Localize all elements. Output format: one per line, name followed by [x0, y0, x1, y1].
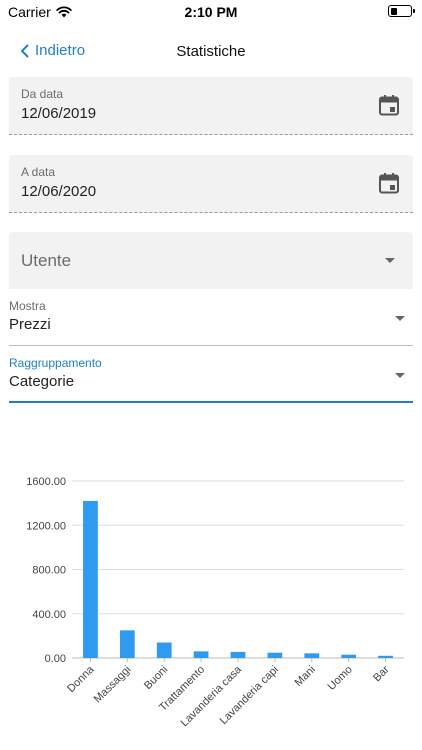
y-tick-label: 1200.00 — [26, 520, 66, 532]
to-date-field[interactable]: A data 12/06/2020 — [9, 155, 413, 213]
calendar-icon[interactable] — [378, 94, 400, 116]
y-tick-label: 0.00 — [45, 653, 66, 665]
x-tick-label: Donna — [65, 663, 97, 695]
battery-level — [390, 7, 398, 15]
caret-down-icon — [395, 373, 405, 378]
to-date-label: A data — [21, 165, 56, 179]
bar-0 — [83, 500, 98, 658]
grouping-select[interactable]: Raggruppamento Categorie — [9, 347, 413, 403]
x-tick-label: Mani — [293, 664, 318, 689]
x-tick-label: Buoni — [142, 664, 170, 692]
chart-canvas: 0.00 400.00 800.00 1200.00 1600.00 DonnaMassa… — [26, 476, 404, 729]
x-tick-label: Massaggi — [92, 664, 134, 706]
grouping-select-label: Raggruppamento — [9, 356, 102, 370]
show-select-label: Mostra — [9, 299, 46, 313]
bar-3 — [193, 651, 209, 658]
show-select-value: Prezzi — [9, 316, 51, 333]
user-select-placeholder: Utente — [21, 251, 72, 270]
user-select[interactable]: Utente — [9, 232, 413, 289]
show-select[interactable]: Mostra Prezzi — [9, 290, 413, 346]
grouping-select-value: Categorie — [9, 373, 75, 390]
clock: 2:10 PM — [184, 4, 238, 20]
to-date-value: 12/06/2020 — [21, 183, 97, 200]
bar-7 — [341, 654, 357, 658]
y-tick-label: 1600.00 — [26, 476, 66, 488]
bar-1 — [119, 630, 135, 658]
bar-6 — [304, 653, 320, 658]
from-date-label: Da data — [21, 87, 64, 101]
bar-5 — [267, 652, 283, 658]
from-date-value: 12/06/2019 — [21, 105, 97, 122]
status-bar: Carrier 2:10 PM — [0, 0, 422, 24]
caret-down-icon — [395, 316, 405, 321]
page-title: Statistiche — [176, 43, 246, 60]
calendar-icon[interactable] — [378, 172, 400, 194]
bar-4 — [230, 651, 246, 658]
y-tick-label: 800.00 — [32, 565, 66, 577]
x-tick-label: Uomo — [326, 664, 355, 693]
x-tick-label: Bar — [371, 663, 392, 684]
bar-8 — [378, 655, 393, 658]
battery-icon — [388, 5, 415, 17]
caret-down-icon — [385, 258, 395, 263]
from-date-field[interactable]: Da data 12/06/2019 — [9, 77, 413, 135]
bar-chart: 0.00 400.00 800.00 1200.00 1600.00 Donna Massa… — [0, 460, 422, 750]
y-tick-label: 400.00 — [32, 609, 66, 621]
navigation-bar: Indietro Statistiche — [0, 36, 422, 68]
bar-2 — [156, 642, 172, 658]
